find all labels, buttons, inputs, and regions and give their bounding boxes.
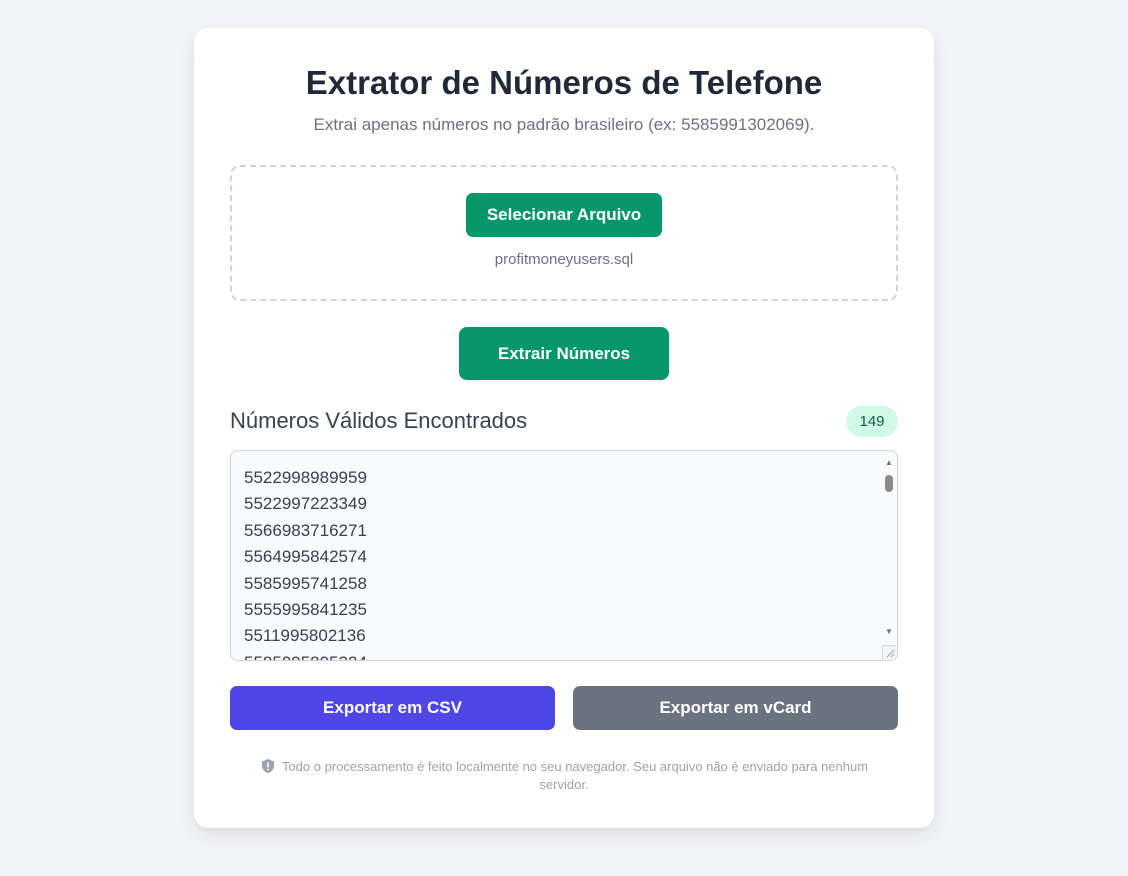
number-list-item: 5585995805324	[244, 650, 367, 660]
number-list-item: 5522998989959	[244, 468, 367, 487]
numbers-list: 5522998989959 5522997223349 5566983716271 5…	[244, 465, 367, 660]
page-title: Extrator de Números de Telefone	[305, 64, 823, 101]
number-list-item: 5555995841235	[244, 599, 367, 619]
scroll-down-arrow-icon[interactable]: ▼	[884, 628, 894, 636]
file-dropzone[interactable]: Selecionar Arquivo profitmoneyusers.sql	[230, 165, 898, 301]
numbers-textarea[interactable]: 5522998989959 5522997223349 5566983716271 5…	[230, 450, 898, 661]
extractor-card: Extrator de Números de Telefone Extrai a…	[194, 28, 934, 828]
export-csv-button[interactable]: Exportar em CSV	[230, 686, 555, 730]
results-count-badge: 149	[846, 406, 898, 437]
number-list-item: 5564995842574	[244, 547, 367, 567]
number-list-item: 5566983716271	[244, 520, 367, 540]
number-list-item: 5585995741258	[244, 573, 367, 593]
privacy-notice-text: Todo o processamento é feito localmente …	[281, 759, 869, 792]
export-vcard-button[interactable]: Exportar em vCard	[573, 686, 898, 730]
number-list-item: 5522997223349	[244, 494, 367, 514]
resize-handle-icon[interactable]	[882, 645, 896, 659]
scroll-up-arrow-icon[interactable]: ▲	[884, 459, 894, 467]
shield-info-icon	[261, 759, 274, 773]
page-subtitle: Extrai apenas números no padrão brasilei…	[313, 115, 815, 134]
results-title: Números Válidos Encontrados	[230, 408, 528, 433]
selected-file-name: profitmoneyusers.sql	[494, 251, 634, 268]
privacy-notice: Todo o processamento é feito localmente …	[234, 758, 894, 794]
select-file-button[interactable]: Selecionar Arquivo	[466, 193, 662, 237]
extract-numbers-button[interactable]: Extrair Números	[459, 327, 669, 380]
scrollbar-thumb[interactable]	[885, 475, 893, 492]
number-list-item: 5511995802136	[244, 626, 366, 646]
